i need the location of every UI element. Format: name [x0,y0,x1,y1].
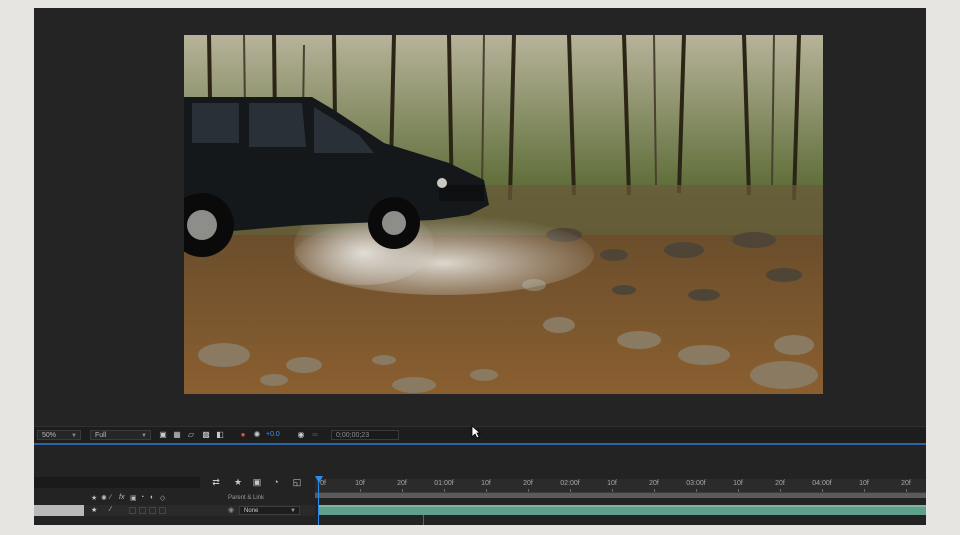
layer-name-cell[interactable] [34,505,84,516]
pick-whip-icon[interactable]: ◉ [228,506,234,514]
after-effects-window: 50% ▼ Full ▼ ▣ ▦ ▱ ▩ ◧ ● ✺ +0.0 ◉ ∞ 0;00… [34,8,926,525]
motion-blur-icon[interactable]: ◔ [270,476,282,488]
tick-label: 20f [523,480,533,487]
tick-label: 02:00f [560,480,580,487]
parent-value: None [244,508,259,514]
magnification-dropdown[interactable]: 50% ▼ [37,430,81,440]
chevron-down-icon: ▼ [290,508,296,514]
graph-editor-icon[interactable]: ◱ [291,476,303,488]
color-icon[interactable]: ● [238,430,248,440]
quality-icon: ∕ [110,494,112,501]
collapse-icon: ✺ [101,495,107,502]
exposure-value[interactable]: +0.0 [266,430,280,440]
composition-viewer[interactable] [34,8,926,426]
tick-label: 01:00f [434,480,454,487]
current-time-indicator-line[interactable] [318,476,319,525]
tick-label: 10f [607,480,617,487]
tick-mark [486,489,487,492]
timeline-panel: ⇄ ★ ▣ ◔ ◱ 0f 10f 20f 01:00f 10f 20f 02:0… [34,445,926,525]
frame-blend-icon: ▣ [130,495,137,502]
layer-search-input[interactable] [34,477,200,488]
tick-mark [864,489,865,492]
timecode-field[interactable]: 0;00;00;23 [331,430,399,440]
tick-label: 10f [733,480,743,487]
chevron-down-icon: ▼ [71,433,77,439]
chevron-down-icon: ▼ [141,433,147,439]
adjustment-layer-icon: ◐ [150,494,155,501]
mouse-pointer-icon [471,425,481,439]
frame-blending-icon[interactable]: ▣ [251,476,263,488]
jeep-footage-frame[interactable] [184,35,823,394]
tick-mark [528,489,529,492]
tick-mark [360,489,361,492]
shy-switch-icon[interactable]: ★ [91,506,97,514]
tick-label: 10f [355,480,365,487]
composition-mini-flowchart-icon[interactable]: ⇄ [210,476,222,488]
switches-header: ★ ✺ ∕ fx ▣ ◔ ◐ ◇ Parent & Link [34,493,315,504]
mask-icon[interactable]: ▱ [186,430,196,440]
shy-icon: ★ [91,495,98,502]
current-time-indicator-head[interactable] [315,476,323,483]
hide-shy-layers-icon[interactable]: ★ [232,476,244,488]
marker [423,515,424,525]
tick-label: 10f [481,480,491,487]
link-icon[interactable]: ∞ [310,430,320,440]
magnification-value: 50% [42,432,57,439]
tick-mark [570,489,571,492]
work-area-bar[interactable] [315,493,926,498]
tick-label: 20f [901,480,911,487]
tick-mark [612,489,613,492]
region-of-interest-icon[interactable]: ▣ [158,430,168,440]
camera-icon[interactable]: ◉ [296,430,306,440]
tick-label: 03:00f [686,480,706,487]
tick-mark [696,489,697,492]
switch-box[interactable] [129,507,136,514]
resolution-dropdown[interactable]: Full ▼ [90,430,151,440]
tick-mark [654,489,655,492]
tick-mark [822,489,823,492]
3d-layer-icon: ◇ [160,495,166,502]
layer-bar-highlight [319,505,926,507]
quality-switch-icon[interactable]: ∕ [110,506,111,513]
tick-mark [906,489,907,492]
resolution-value: Full [95,432,107,439]
tick-mark [444,489,445,492]
tick-mark [738,489,739,492]
transparency-grid-icon[interactable]: ▩ [201,430,211,440]
tick-label: 20f [397,480,407,487]
fullscreen-icon[interactable]: ◧ [215,430,225,440]
tick-label: 04:00f [812,480,832,487]
time-ruler[interactable]: 0f 10f 20f 01:00f 10f 20f 02:00f 10f 20f… [315,479,926,493]
tick-mark [402,489,403,492]
current-timecode: 0;00;00;23 [336,432,370,439]
parent-link-column-header: Parent & Link [228,495,265,501]
switch-box[interactable] [139,507,146,514]
motion-blur-switch-icon: ◔ [140,494,145,501]
parent-dropdown[interactable]: None ▼ [239,506,300,515]
switch-box[interactable] [149,507,156,514]
grid-icon[interactable]: ▦ [172,430,182,440]
tick-label: 10f [859,480,869,487]
exposure-icon[interactable]: ✺ [252,430,262,440]
switch-box[interactable] [159,507,166,514]
fx-icon: fx [119,494,125,501]
layer-row[interactable]: ★ ∕ ◉ None ▼ [34,505,315,516]
tick-label: 20f [649,480,659,487]
tick-mark [780,489,781,492]
tick-label: 20f [775,480,785,487]
